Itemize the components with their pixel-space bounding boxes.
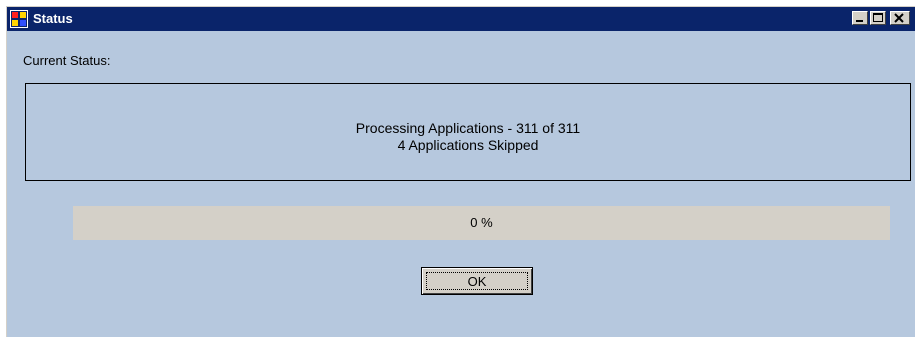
window-title: Status (33, 11, 73, 26)
app-window-icon (10, 10, 28, 28)
ok-button-label: OK (426, 272, 528, 290)
close-button[interactable] (890, 11, 910, 25)
minimize-icon (856, 20, 863, 22)
ok-button[interactable]: OK (421, 267, 533, 295)
progress-label: 0 % (470, 215, 493, 230)
skipped-status-text: 4 Applications Skipped (397, 137, 539, 153)
maximize-icon (873, 13, 883, 22)
processing-status-text: Processing Applications - 311 of 311 (355, 120, 581, 136)
maximize-button[interactable] (870, 11, 886, 25)
title-bar[interactable]: Status (7, 7, 915, 31)
progress-bar: 0 % (73, 206, 890, 240)
status-panel: Processing Applications - 311 of 311 4 A… (25, 83, 911, 181)
status-window: Status Current Status: Processing Applic… (6, 6, 915, 337)
current-status-label: Current Status: (23, 53, 111, 68)
minimize-button[interactable] (852, 11, 868, 25)
close-icon (894, 13, 904, 23)
